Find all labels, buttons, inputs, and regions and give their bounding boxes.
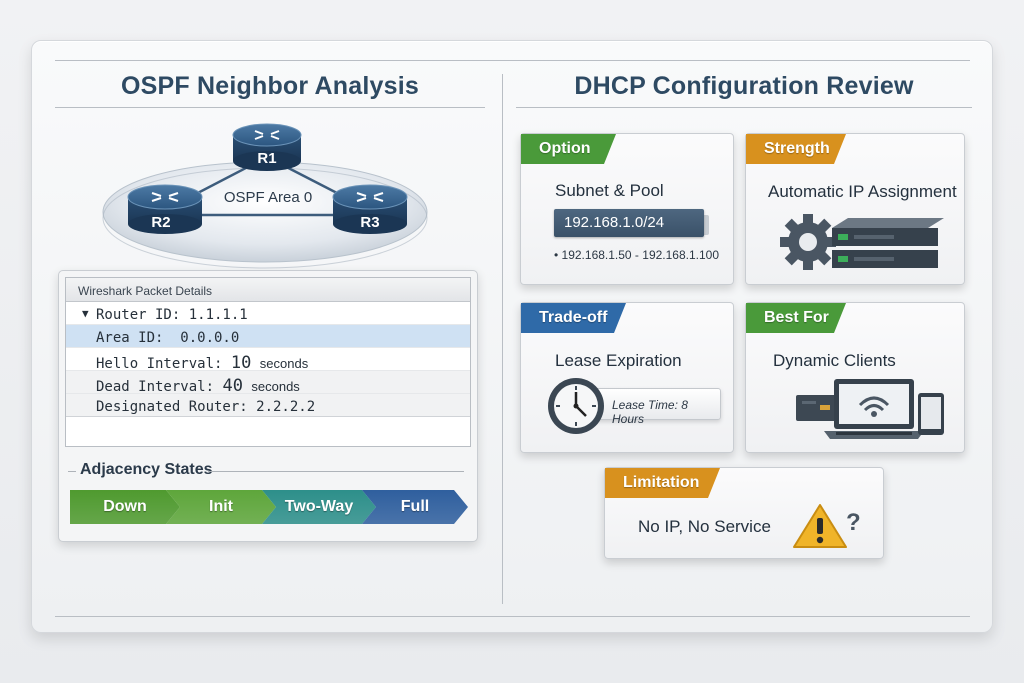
dhcp-title: DHCP Configuration Review [574,72,914,100]
phone-icon [918,393,944,435]
router-r3-label: R3 [360,214,379,231]
limitation-title: No IP, No Service [638,517,771,536]
state-init-label: Init [209,498,233,515]
state-two-way-label: Two-Way [284,498,354,515]
card-bestfor: Best For Dynamic Clients [745,302,965,453]
warning-icon [793,504,847,548]
hello-unit: seconds [259,356,309,371]
tradeoff-title: Lease Expiration [555,351,682,370]
hello-label: Hello Interval: [96,356,223,372]
card-strength: Strength Automatic IP Assignment [745,133,965,285]
state-down-label: Down [103,498,147,515]
row-router-id[interactable]: ▼ Router ID: 1.1.1.1 [66,302,470,325]
designated-router-text: Designated Router: 2.2.2.2 [96,399,316,415]
ospf-area-diagram: R1 R2 R3 OSPF Area 0 [102,123,428,269]
tag-tradeoff: Trade-off [521,303,626,333]
row-hello-interval[interactable]: Hello Interval: 10 seconds [66,348,470,373]
card-tradeoff: Trade-off Lease Expiration Lease Time: 8… [520,302,734,453]
dead-unit: seconds [251,379,300,394]
bestfor-title: Dynamic Clients [773,351,896,370]
strength-title: Automatic IP Assignment [768,182,957,201]
card-limitation: Limitation No IP, No Service ? [604,467,884,559]
dead-value: 40 [222,376,243,396]
left-title-rule [55,107,485,108]
dead-label: Dead Interval: [96,379,215,395]
gear-icon [780,214,836,270]
state-down: Down [70,490,180,524]
area-label: OSPF Area 0 [224,189,312,206]
clock-icon [548,378,604,434]
center-divider [502,74,503,604]
state-init: Init [166,490,276,524]
gear-server-illustration [780,214,944,270]
tag-option: Option [521,134,616,164]
row-area-id[interactable]: Area ID: 0.0.0.0 [66,325,470,348]
adjacency-rule-left [68,471,76,472]
router-id-text: Router ID: 1.1.1.1 [96,307,248,323]
adjacency-rule-right [208,471,464,472]
tag-strength: Strength [746,134,846,164]
router-r1-label: R1 [257,150,276,167]
expand-triangle-icon[interactable]: ▼ [82,307,89,320]
row-dead-interval[interactable]: Dead Interval: 40 seconds [66,371,470,396]
card-option: Option Subnet & Pool 192.168.1.0/24 • 19… [520,133,734,285]
question-mark: ? [846,509,861,536]
top-rule [55,60,970,61]
packet-details-tree: Wireshark Packet Details ▼ Router ID: 1.… [65,277,471,447]
packet-details-header: Wireshark Packet Details [66,278,470,302]
desktop-icon [796,395,836,421]
state-two-way: Two-Way [262,490,376,524]
bottom-rule [55,616,970,617]
tag-bestfor: Best For [746,303,846,333]
laptop-icon [824,379,924,439]
area-id-text: Area ID: 0.0.0.0 [96,330,240,346]
hello-value: 10 [230,353,252,373]
row-designated-router[interactable]: Designated Router: 2.2.2.2 [66,394,470,417]
state-full: Full [362,490,468,524]
devices-illustration [796,379,944,439]
tag-limitation: Limitation [605,468,720,498]
server-icon [832,218,944,268]
adjacency-title: Adjacency States [80,461,213,478]
router-r2-label: R2 [151,214,170,231]
option-title: Subnet & Pool [555,181,664,200]
ospf-title: OSPF Neighbor Analysis [121,72,419,100]
pool-range: • 192.168.1.50 - 192.168.1.100 [554,248,720,262]
subnet-value: 192.168.1.0/24 [554,209,704,237]
right-title-rule [516,107,972,108]
state-full-label: Full [400,498,430,515]
